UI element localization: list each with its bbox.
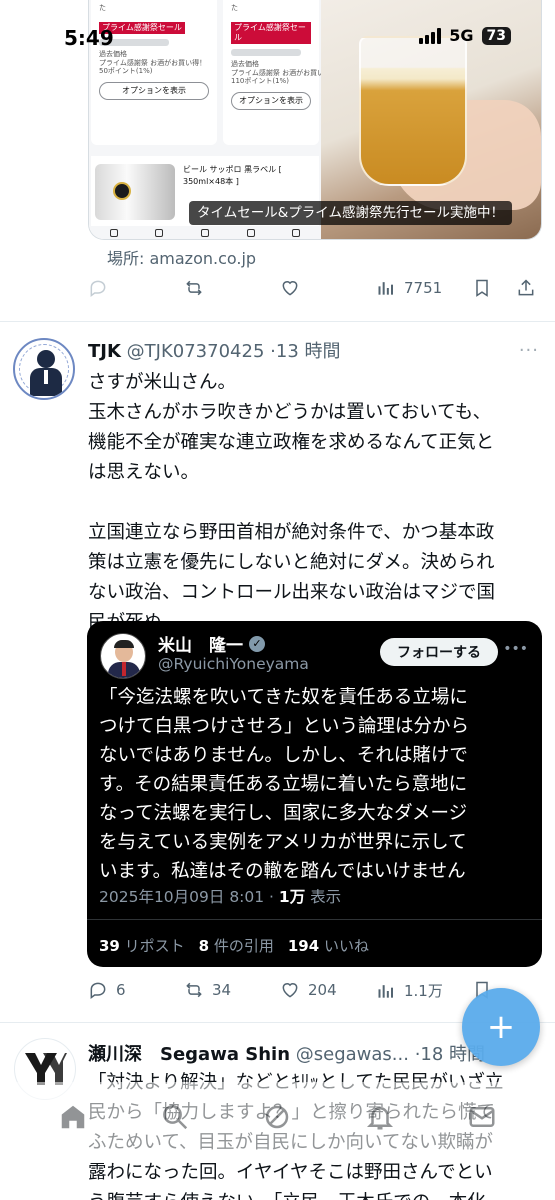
views-icon (378, 984, 393, 998)
quoted-avatar[interactable] (100, 633, 146, 679)
bookmark-button[interactable] (472, 278, 492, 298)
product-sale-line: プライム感謝祭 お酒がお買い得！ (99, 58, 207, 67)
product-sale-line: プライム感謝祭 お酒がお買い得！ (231, 68, 339, 77)
divider (87, 919, 542, 920)
quoted-name-text: 米山 隆一 (158, 636, 243, 656)
author-handle[interactable]: @segawas... (296, 1044, 409, 1065)
beer-glass (359, 36, 467, 186)
follow-button[interactable]: フォローする (380, 638, 498, 666)
quoted-more-icon[interactable]: ••• (503, 641, 528, 657)
reply-count: 6 (116, 981, 126, 999)
grok-icon[interactable] (262, 1102, 292, 1132)
quoted-author-handle[interactable]: @RyuichiYoneyama (158, 655, 309, 673)
shop-nav-icons (91, 226, 319, 239)
option-button: オプションを表示 (231, 92, 311, 110)
retweet-count: 34 (212, 981, 232, 999)
bottom-nav (0, 1082, 555, 1152)
reply-icon (90, 982, 106, 999)
notifications-icon[interactable] (365, 1102, 395, 1132)
product-top-text: た (99, 4, 106, 12)
quoted-views-num: 1万 (278, 888, 306, 906)
messages-icon[interactable] (467, 1102, 497, 1132)
past-price-label: 過去価格 (99, 49, 127, 58)
quotes-stat[interactable]: 8 件の引用 (199, 935, 274, 956)
status-icons: 5G 73 (419, 26, 511, 45)
quoted-tweet-card[interactable]: 米山 隆一 ✓ @RyuichiYoneyama フォローする ••• 「今迄法… (87, 621, 542, 967)
home-icon[interactable] (58, 1102, 88, 1132)
quoted-date: 2025年10月09日 8:01 · (99, 888, 279, 906)
compose-button[interactable]: + (462, 988, 540, 1066)
share-icon (518, 279, 534, 296)
views-count: 1.1万 (404, 982, 443, 1000)
product-card: た プライム感謝祭セール 過去価格 プライム感謝祭 お酒がお買い得！ 110ポイ… (223, 0, 339, 145)
quotes-label: 件の引用 (209, 937, 274, 955)
reply-icon (90, 280, 106, 297)
option-button: オプションを表示 (99, 82, 209, 100)
reposts-num: 39 (99, 937, 120, 955)
battery-icon: 73 (481, 26, 511, 45)
heart-icon (282, 983, 298, 998)
verified-badge-icon: ✓ (249, 635, 265, 652)
location-text[interactable]: 場所: amazon.co.jp (107, 245, 256, 269)
author-name[interactable]: 瀬川深 Segawa Shin (88, 1044, 290, 1065)
beer-can-image (95, 164, 175, 220)
quotes-num: 8 (198, 937, 210, 955)
avatar[interactable] (13, 338, 75, 400)
reposts-label: リポスト (119, 937, 185, 955)
quoted-author-name[interactable]: 米山 隆一 ✓ (158, 631, 265, 656)
author-name[interactable]: TJK (88, 341, 121, 362)
plus-icon: + (486, 1007, 516, 1047)
quoted-views-label: 表示 (305, 888, 342, 906)
divider (0, 321, 555, 322)
likes-num: 194 (287, 937, 320, 955)
beer-title-line1: ビール サッポロ 黒ラベル [ (183, 165, 282, 174)
views-icon (378, 282, 393, 295)
reply-button[interactable] (88, 278, 108, 298)
reply-button[interactable]: 6 (88, 980, 126, 1000)
share-button[interactable] (516, 278, 536, 298)
likes-stat[interactable]: 194 いいね (288, 935, 369, 956)
tweet-header: 瀬川深 Segawa Shin @segawas... ·18 時間 (88, 1040, 485, 1066)
likes-label: いいね (319, 937, 369, 955)
retweet-button[interactable] (184, 278, 204, 298)
author-handle[interactable]: @TJK07370425 (127, 341, 265, 362)
network-label: 5G (449, 26, 474, 45)
tweet-time[interactable]: ·13 時間 (270, 341, 340, 362)
views-button[interactable]: 7751 (376, 278, 442, 298)
tweet-text: さすが米山さん。 玉木さんがホラ吹きかどうかは置いておいても、 機能不全が確実な… (88, 372, 496, 633)
like-button[interactable]: 204 (280, 980, 337, 1000)
beer-title-line2: 350ml×48本 ] (183, 177, 239, 186)
sale-badge: プライム感謝祭セール (231, 21, 311, 44)
more-options-icon[interactable]: ··· (519, 340, 539, 361)
retweet-icon (186, 982, 202, 998)
views-count: 7751 (404, 279, 443, 297)
bookmark-icon (476, 279, 488, 297)
tweet-header: TJK @TJK07370425 ·13 時間 (88, 337, 341, 363)
like-button[interactable] (280, 278, 300, 298)
search-icon[interactable] (160, 1102, 190, 1132)
product-points: 50ポイント(1%) (99, 67, 153, 76)
media-caption: タイムセール&プライム感謝祭先行セール実施中！ (189, 201, 512, 225)
prev-tweet-actions: 7751 (88, 278, 540, 304)
past-price-label: 過去価格 (231, 59, 259, 68)
retweet-icon (186, 280, 202, 296)
views-button[interactable]: 1.1万 (376, 980, 443, 1001)
blurred-price (231, 48, 301, 56)
like-count: 204 (308, 981, 337, 999)
signal-icon (419, 27, 442, 44)
quoted-timestamp: 2025年10月09日 8:01 · 1万 表示 (99, 885, 341, 907)
product-card: た プライム感謝祭セール 過去価格 プライム感謝祭 お酒がお買い得！ 50ポイン… (91, 0, 217, 145)
product-points: 110ポイント(1%) (231, 77, 289, 86)
heart-icon (282, 281, 298, 296)
reposts-stat[interactable]: 39 リポスト (99, 935, 185, 956)
quoted-stats: 39 リポスト 8 件の引用 194 いいね (99, 935, 369, 956)
quoted-tweet-text: 「今迄法螺を吹いてきた奴を責任ある立場に つけて白黒つけさせろ」という論理は分か… (99, 687, 470, 882)
status-time: 5:49 (64, 26, 114, 50)
product-top-text: た (231, 4, 238, 12)
beer-title: ビール サッポロ 黒ラベル [ 350ml×48本 ] (183, 164, 282, 188)
retweet-button[interactable]: 34 (184, 980, 231, 1000)
